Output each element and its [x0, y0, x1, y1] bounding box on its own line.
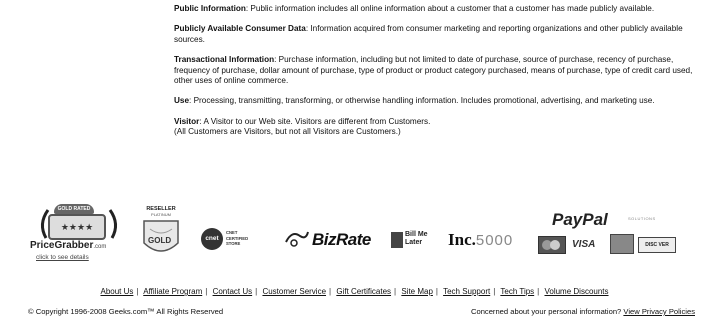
reseller-badge[interactable]: RESELLER PLATINUM GOLD [138, 206, 184, 260]
bizrate-swoosh-icon [285, 231, 309, 247]
link-separator: | [329, 287, 332, 296]
link-separator: | [255, 287, 258, 296]
inc-number: 5000 [475, 232, 514, 249]
definition-use: Use: Processing, transmitting, transform… [174, 96, 696, 106]
paypal-subtext: SOLUTIONS [628, 216, 656, 221]
definition-text: : Processing, transmitting, transforming… [189, 96, 655, 106]
link-volume-discounts[interactable]: Volume Discounts [544, 287, 608, 296]
link-separator: | [537, 287, 540, 296]
definition-term: Visitor [174, 116, 200, 126]
link-about-us[interactable]: About Us [100, 287, 133, 296]
link-separator: | [435, 287, 438, 296]
copyright-text: © Copyright 1996-2008 Geeks.com™ All Rig… [28, 307, 224, 316]
link-separator: | [394, 287, 397, 296]
billmelater-icon [391, 232, 403, 248]
definition-text: : Public information includes all online… [245, 4, 655, 13]
definition-text: : A Visitor to our Web site. Visitors ar… [199, 116, 431, 126]
details-link[interactable]: click to see details [36, 254, 89, 261]
link-gift-certificates[interactable]: Gift Certificates [336, 287, 391, 296]
definition-note: (All Customers are Visitors, but not all… [174, 127, 401, 137]
definition-public-consumer-data: Publicly Available Consumer Data: Inform… [174, 24, 696, 45]
inc-logo: Inc. [448, 230, 476, 249]
pricegrabber-badge[interactable]: GOLD RATED ★★★★ PriceGrabber.com click t… [30, 202, 130, 268]
link-separator: | [205, 287, 208, 296]
bizrate-logo: BizRate [312, 230, 371, 249]
reseller-gold: GOLD [148, 236, 172, 245]
badge-row: GOLD RATED ★★★★ PriceGrabber.com click t… [0, 196, 709, 276]
footer-links: About Us | Affiliate Program | Contact Us |… [0, 287, 709, 296]
discover-logo: DISC VER [638, 237, 676, 253]
cnet-badge[interactable]: cnet CNET CERTIFIED STORE [201, 228, 263, 252]
definition-public-information: Public Information: Public information i… [174, 4, 696, 14]
link-separator: | [493, 287, 496, 296]
definition-term: Use [174, 96, 190, 106]
link-customer-service[interactable]: Customer Service [262, 287, 326, 296]
paypal-badge[interactable]: PayPal SOLUTIONS VISA DISC VER [538, 210, 698, 268]
laurel-icon [41, 209, 117, 239]
billmelater-badge[interactable]: Bill Me Later [391, 230, 437, 252]
pricegrabber-logo: PriceGrabber.com [30, 240, 107, 251]
billmelater-logo: Bill Me Later [405, 231, 428, 246]
privacy-notice: Concerned about your personal informatio… [471, 307, 695, 316]
mastercard-icon [538, 236, 566, 254]
amex-icon [610, 234, 634, 254]
visa-logo: VISA [572, 239, 596, 250]
link-affiliate-program[interactable]: Affiliate Program [143, 287, 202, 296]
definitions-list: Public Information: Public information i… [174, 4, 696, 148]
definition-term: Transactional Information [174, 55, 275, 65]
link-separator: | [136, 287, 139, 296]
bizrate-badge[interactable]: BizRate [284, 228, 380, 252]
link-contact-us[interactable]: Contact Us [213, 287, 253, 296]
cnet-logo: cnet [201, 228, 223, 250]
link-site-map[interactable]: Site Map [401, 287, 433, 296]
paypal-logo: PayPal [552, 210, 608, 229]
privacy-prefix: Concerned about your personal informatio… [470, 307, 622, 316]
link-tech-support[interactable]: Tech Support [443, 287, 490, 296]
link-tech-tips[interactable]: Tech Tips [500, 287, 534, 296]
definition-term: Publicly Available Consumer Data [174, 24, 306, 34]
privacy-policy-link[interactable]: View Privacy Policies [623, 307, 695, 316]
cnet-text: CNET CERTIFIED STORE [226, 230, 249, 246]
definition-transactional-information: Transactional Information: Purchase info… [174, 55, 696, 86]
inc5000-badge[interactable]: Inc.5000 [448, 230, 524, 252]
definition-term: Public Information [174, 4, 246, 13]
definition-visitor: Visitor: A Visitor to our Web site. Visi… [174, 117, 696, 138]
